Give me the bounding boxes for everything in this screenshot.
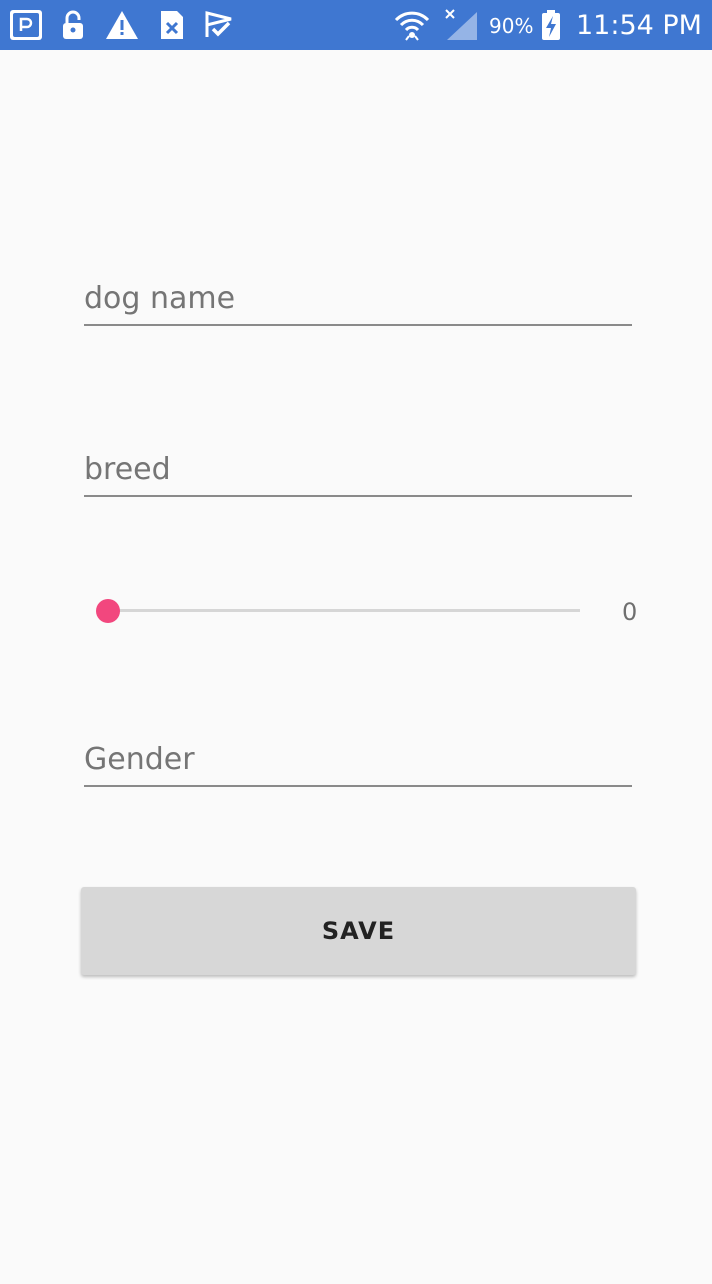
clock: 11:54 PM — [576, 10, 702, 41]
battery-charging-icon — [540, 9, 562, 41]
lock-icon — [60, 9, 86, 41]
warning-icon — [105, 9, 139, 41]
dog-name-field — [84, 272, 632, 326]
gender-field — [84, 733, 632, 787]
battery-percentage: 90% — [489, 14, 534, 38]
check-flag-icon — [204, 9, 234, 41]
breed-input[interactable] — [84, 452, 632, 487]
no-signal-icon — [443, 9, 479, 41]
age-slider[interactable] — [96, 596, 580, 626]
gender-input[interactable] — [84, 742, 632, 777]
slider-value: 0 — [622, 598, 638, 626]
slider-track[interactable] — [108, 609, 580, 612]
status-bar: 90% 11:54 PM — [0, 0, 712, 50]
close-box-icon — [158, 9, 186, 41]
save-button[interactable]: SAVE — [81, 887, 636, 975]
slider-thumb[interactable] — [96, 599, 120, 623]
wifi-icon — [393, 9, 431, 41]
dog-name-input[interactable] — [84, 281, 632, 316]
parking-app-icon — [8, 9, 44, 41]
breed-field — [84, 443, 632, 497]
